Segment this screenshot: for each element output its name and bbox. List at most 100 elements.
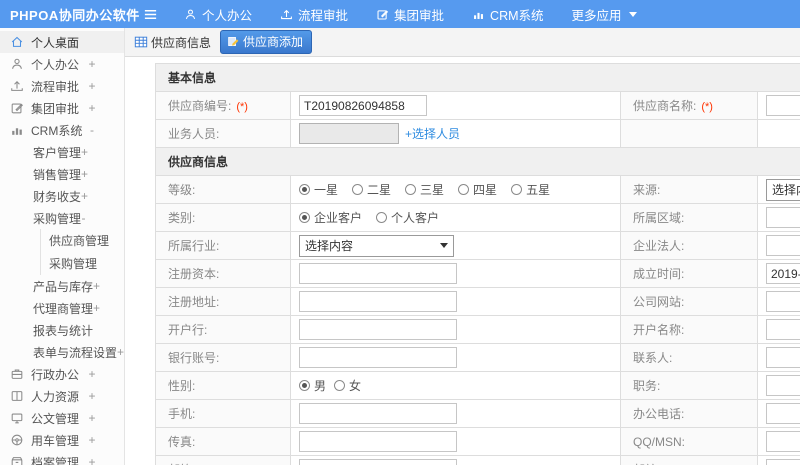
sidebar-item-reports-stats[interactable]: 报表与统计 <box>0 319 124 341</box>
supplier-add-form: 基本信息 供应商编号: (*) 供应商名称: (*) <box>125 57 800 465</box>
sidebar-item-personal-office[interactable]: 个人办公 + <box>0 53 124 75</box>
tab-bar: 供应商信息 供应商添加 <box>125 28 800 57</box>
company-website-input[interactable] <box>766 291 800 312</box>
field-label: QQ/MSN: <box>633 434 686 449</box>
radio-option-level-5[interactable]: 五星 <box>511 181 550 198</box>
region-input[interactable] <box>766 207 800 228</box>
caret-down-icon <box>628 11 637 17</box>
sidebar-item-personal-desktop[interactable]: 个人桌面 <box>0 31 124 53</box>
expand-toggle[interactable]: + <box>88 57 96 71</box>
section-basic-info: 基本信息 <box>154 63 800 92</box>
section-title: 供应商信息 <box>154 147 800 176</box>
top-navigation: 个人办公 流程审批 集团审批 CRM系统 更多应用 <box>184 5 637 24</box>
postcode-input[interactable] <box>766 459 800 465</box>
expand-toggle[interactable]: + <box>81 189 88 203</box>
nav-more-apps[interactable]: 更多应用 <box>572 5 637 24</box>
expand-toggle[interactable]: + <box>81 167 88 181</box>
nav-group-approval[interactable]: 集团审批 <box>376 5 444 24</box>
account-name-input[interactable] <box>766 319 800 340</box>
source-select[interactable]: 选择内容 <box>766 178 800 201</box>
fax-input[interactable] <box>299 431 457 452</box>
expand-toggle[interactable]: + <box>88 367 96 381</box>
sidebar-item-workflow-approval[interactable]: 流程审批 + <box>0 75 124 97</box>
sidebar-item-customer-mgmt[interactable]: 客户管理 + <box>0 141 124 163</box>
bank-account-input[interactable] <box>299 347 457 368</box>
sidebar-item-admin-office[interactable]: 行政办公 + <box>0 363 124 385</box>
expand-toggle[interactable]: + <box>88 411 96 425</box>
supplier-code-input[interactable] <box>299 95 427 116</box>
legal-person-input[interactable] <box>766 235 800 256</box>
sidebar-item-human-resources[interactable]: 人力资源 + <box>0 385 124 407</box>
expand-toggle[interactable]: + <box>88 433 96 447</box>
business-staff-input[interactable] <box>299 123 399 144</box>
monitor-icon <box>10 411 24 425</box>
expand-toggle[interactable]: + <box>81 145 88 159</box>
tab-supplier-info[interactable]: 供应商信息 <box>134 34 211 51</box>
supplier-name-input[interactable] <box>766 95 800 116</box>
collapse-toggle[interactable]: - <box>88 123 96 137</box>
radio-option-level-3[interactable]: 三星 <box>405 181 444 198</box>
industry-select[interactable]: 选择内容 <box>299 234 454 257</box>
expand-toggle[interactable]: + <box>117 345 124 359</box>
sidebar-item-supplier-mgmt[interactable]: 供应商管理 <box>41 229 124 252</box>
sidebar-item-purchasing[interactable]: 采购管理 <box>41 252 124 275</box>
sidebar-item-finance[interactable]: 财务收支 + <box>0 185 124 207</box>
contact-person-input[interactable] <box>766 347 800 368</box>
sidebar-item-form-flow-settings[interactable]: 表单与流程设置 + <box>0 341 124 363</box>
email-input[interactable] <box>299 459 457 465</box>
position-input[interactable] <box>766 375 800 396</box>
radio-option-level-1[interactable]: 一星 <box>299 181 338 198</box>
table-row: 性别: 男 女 职务: <box>155 371 800 400</box>
sidebar-item-purchase-mgmt[interactable]: 采购管理 - <box>0 207 124 229</box>
edit-icon <box>10 101 24 115</box>
field-label: 办公电话: <box>633 407 685 421</box>
select-staff-link[interactable]: +选择人员 <box>405 127 460 141</box>
required-mark: (*) <box>701 101 713 113</box>
category-radio-group: 企业客户 个人客户 <box>299 209 620 226</box>
radio-option-individual[interactable]: 个人客户 <box>376 209 439 226</box>
mobile-input[interactable] <box>299 403 457 424</box>
sidebar-item-vehicle-mgmt[interactable]: 用车管理 + <box>0 429 124 451</box>
field-label: 注册资本: <box>168 267 220 281</box>
sidebar-item-agent-mgmt[interactable]: 代理商管理 + <box>0 297 124 319</box>
expand-toggle[interactable]: + <box>88 101 96 115</box>
hamburger-menu-icon[interactable] <box>143 7 158 22</box>
nav-crm-system[interactable]: CRM系统 <box>472 5 544 24</box>
founded-date-input[interactable] <box>766 263 800 284</box>
sidebar-item-archive-mgmt[interactable]: 档案管理 + <box>0 451 124 465</box>
tab-supplier-add[interactable]: 供应商添加 <box>220 30 313 54</box>
expand-toggle[interactable]: + <box>88 455 96 465</box>
field-label: 类别: <box>168 211 196 225</box>
registered-address-input[interactable] <box>299 291 457 312</box>
expand-toggle[interactable]: + <box>93 301 100 315</box>
expand-toggle[interactable]: + <box>93 279 100 293</box>
required-mark: (*) <box>236 101 248 113</box>
sidebar-item-sales-mgmt[interactable]: 销售管理 + <box>0 163 124 185</box>
field-label: 等级: <box>168 183 196 197</box>
sidebar-item-product-inventory[interactable]: 产品与库存 + <box>0 275 124 297</box>
sidebar-item-crm-system[interactable]: CRM系统 - <box>0 119 124 141</box>
book-icon <box>10 389 24 403</box>
radio-icon <box>405 184 417 195</box>
radio-option-male[interactable]: 男 <box>299 377 326 394</box>
bank-branch-input[interactable] <box>299 319 457 340</box>
registered-capital-input[interactable] <box>299 263 457 284</box>
nav-personal-office[interactable]: 个人办公 <box>184 5 252 24</box>
sidebar-item-group-approval[interactable]: 集团审批 + <box>0 97 124 119</box>
table-row: 业务人员: +选择人员 <box>155 119 800 148</box>
nav-workflow-approval[interactable]: 流程审批 <box>280 5 348 24</box>
expand-toggle[interactable]: + <box>88 79 96 93</box>
office-phone-input[interactable] <box>766 403 800 424</box>
sidebar-item-document-mgmt[interactable]: 公文管理 + <box>0 407 124 429</box>
radio-option-female[interactable]: 女 <box>334 377 361 394</box>
gender-radio-group: 男 女 <box>299 377 620 394</box>
section-supplier-info: 供应商信息 <box>154 147 800 176</box>
qq-msn-input[interactable] <box>766 431 800 452</box>
radio-checked-icon <box>299 184 310 195</box>
collapse-toggle[interactable]: - <box>81 211 86 225</box>
user-icon <box>184 8 197 21</box>
radio-option-enterprise[interactable]: 企业客户 <box>299 209 362 226</box>
radio-option-level-2[interactable]: 二星 <box>352 181 391 198</box>
radio-option-level-4[interactable]: 四星 <box>458 181 497 198</box>
expand-toggle[interactable]: + <box>88 389 96 403</box>
